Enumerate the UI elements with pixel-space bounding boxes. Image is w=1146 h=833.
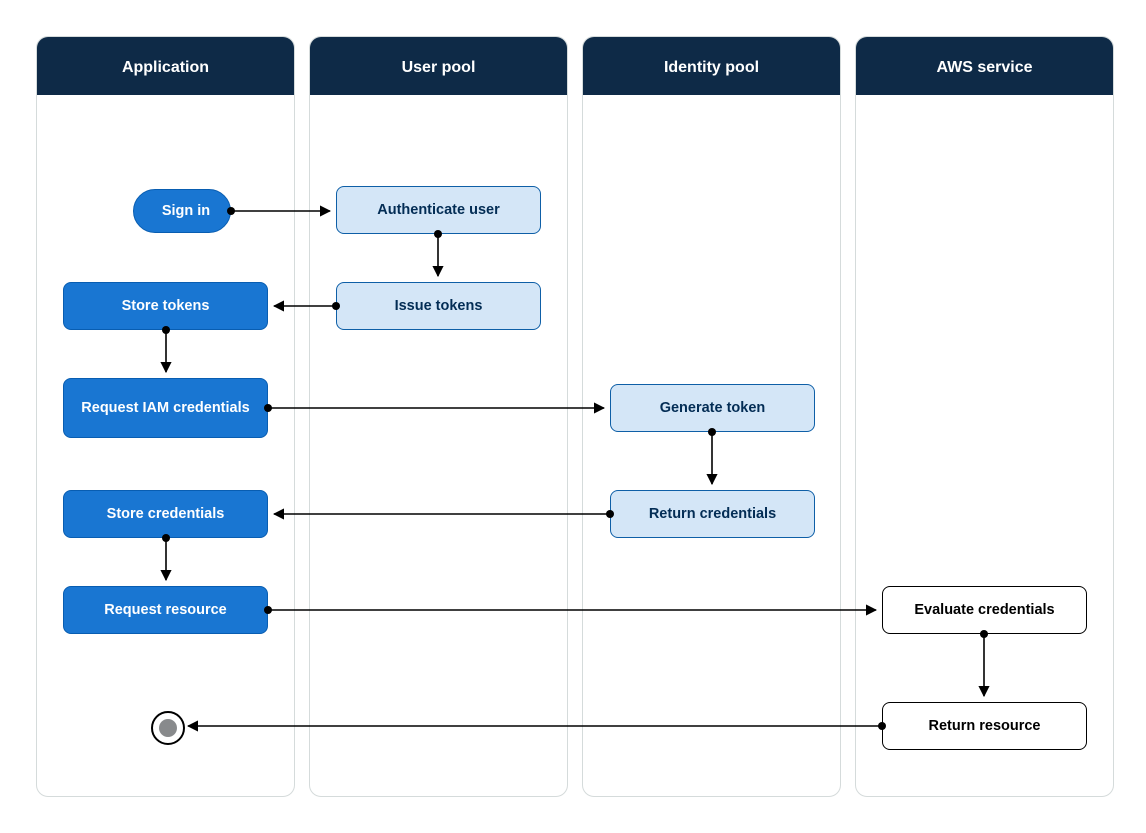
node-request-resource: Request resource	[63, 586, 268, 634]
lane-header: User pool	[310, 37, 567, 95]
node-label: Return credentials	[649, 505, 776, 523]
lane-user-pool: User pool	[309, 36, 568, 797]
node-label: Request resource	[104, 601, 227, 619]
node-label: Return resource	[928, 717, 1040, 735]
node-label: Evaluate credentials	[914, 601, 1054, 619]
swimlane-diagram: Application User pool Identity pool AWS …	[36, 36, 1110, 797]
node-label: Store credentials	[107, 505, 225, 523]
node-generate-token: Generate token	[610, 384, 815, 432]
node-signin: Sign in	[133, 189, 231, 233]
node-evaluate-credentials: Evaluate credentials	[882, 586, 1087, 634]
node-store-credentials: Store credentials	[63, 490, 268, 538]
node-label: Store tokens	[122, 297, 210, 315]
end-node	[151, 711, 185, 745]
lane-header: AWS service	[856, 37, 1113, 95]
node-authenticate-user: Authenticate user	[336, 186, 541, 234]
node-label: Sign in	[162, 202, 210, 220]
node-label: Request IAM credentials	[81, 399, 249, 417]
node-label: Issue tokens	[395, 297, 483, 315]
node-request-iam: Request IAM credentials	[63, 378, 268, 438]
lane-header: Application	[37, 37, 294, 95]
node-return-resource: Return resource	[882, 702, 1087, 750]
node-return-credentials: Return credentials	[610, 490, 815, 538]
node-label: Authenticate user	[377, 201, 499, 219]
lane-aws-service: AWS service	[855, 36, 1114, 797]
node-issue-tokens: Issue tokens	[336, 282, 541, 330]
node-label: Generate token	[660, 399, 766, 417]
lane-header: Identity pool	[583, 37, 840, 95]
node-store-tokens: Store tokens	[63, 282, 268, 330]
